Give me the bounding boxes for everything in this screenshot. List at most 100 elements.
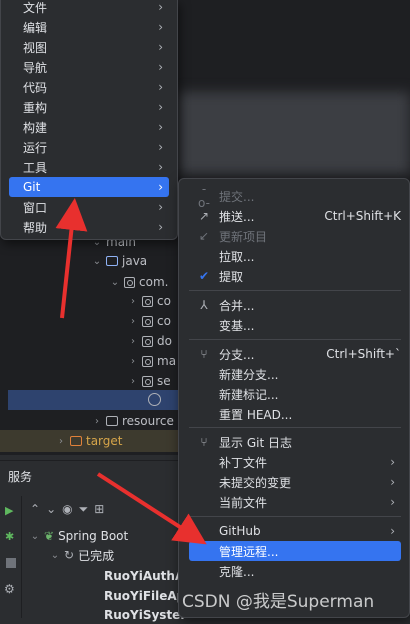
chevron-right-icon: ›: [158, 160, 163, 174]
tree-item-java[interactable]: ⌄ java: [92, 251, 147, 271]
chevron-right-icon: ›: [158, 180, 163, 194]
git-reset-head[interactable]: 重置 HEAD...: [189, 404, 401, 424]
menu-item-label: 编辑: [23, 20, 48, 35]
git-rebase[interactable]: 变基...: [189, 315, 401, 335]
package-icon: [124, 276, 135, 288]
git-pull[interactable]: 拉取...: [189, 246, 401, 266]
service-label: RuoYiFileAp: [104, 589, 186, 603]
chevron-down-icon: ⌄: [30, 530, 40, 542]
chevron-right-icon: ›: [158, 40, 163, 54]
git-show-log[interactable]: ⑂ 显示 Git 日志: [189, 432, 401, 452]
tree-item-package[interactable]: › co: [128, 311, 171, 331]
menu-item-label: 视图: [23, 40, 48, 55]
menu-item-help[interactable]: 帮助 ›: [9, 217, 169, 237]
menu-item-label: 重置 HEAD...: [219, 407, 293, 422]
separator: [189, 427, 401, 428]
service-item[interactable]: RuoYiSyster: [104, 606, 186, 624]
menu-item-label: 合并...: [219, 298, 255, 313]
tree-item-target-label[interactable]: › target: [56, 431, 123, 451]
add-icon[interactable]: ⊞: [94, 502, 104, 516]
chevron-right-icon: ›: [158, 100, 163, 114]
service-group-spring-boot[interactable]: ⌄ ❦ Spring Boot: [30, 527, 128, 545]
folder-icon: [70, 436, 82, 446]
selected-tree-row[interactable]: [8, 390, 178, 410]
service-label: RuoYiSyster: [104, 608, 187, 622]
menu-item-window[interactable]: 窗口 ›: [9, 197, 169, 217]
menu-item-label: 推送...: [219, 209, 255, 224]
git-clone[interactable]: 克隆...: [189, 561, 401, 581]
menu-item-build[interactable]: 构建 ›: [9, 117, 169, 137]
merge-icon: ⅄: [200, 298, 208, 312]
git-commit[interactable]: -o- 提交...: [189, 182, 401, 210]
tree-item-package[interactable]: › se: [128, 371, 171, 391]
service-label: 已完成: [78, 548, 115, 563]
expand-icon[interactable]: ⌃: [30, 502, 40, 516]
git-manage-remotes[interactable]: 管理远程...: [189, 541, 401, 561]
menu-item-label: 提交...: [219, 189, 255, 204]
menu-item-edit[interactable]: 编辑 ›: [9, 17, 169, 37]
tree-label: target: [86, 434, 123, 448]
package-icon: [142, 315, 153, 327]
chevron-down-icon: ⌄: [92, 255, 102, 267]
tree-label: com.: [139, 275, 169, 289]
package-icon: [142, 375, 153, 387]
menu-item-file[interactable]: 文件 ›: [9, 0, 169, 17]
filter-icon[interactable]: ⏷: [79, 502, 89, 517]
git-merge[interactable]: ⅄ 合并...: [189, 295, 401, 315]
menu-item-navigate[interactable]: 导航 ›: [9, 57, 169, 77]
log-branch-icon: ⑂: [200, 435, 208, 449]
git-submenu: -o- 提交... ↗ 推送... Ctrl+Shift+K ↙ 更新项目 拉取... …: [178, 178, 410, 618]
folder-icon: [106, 256, 118, 266]
tree-item-package[interactable]: › ma: [128, 351, 176, 371]
git-branches[interactable]: ⑂ 分支... Ctrl+Shift+`: [189, 344, 401, 364]
application-icon: [148, 393, 161, 406]
stop-icon[interactable]: [6, 558, 16, 568]
shortcut-label: Ctrl+Shift+K: [324, 209, 401, 223]
chevron-right-icon: ›: [158, 60, 163, 74]
separator: [189, 290, 401, 291]
service-item[interactable]: RuoYiFileAp: [104, 587, 185, 605]
eye-icon[interactable]: ◉: [62, 502, 72, 516]
git-push[interactable]: ↗ 推送... Ctrl+Shift+K: [189, 206, 401, 226]
chevron-right-icon: ›: [95, 415, 99, 427]
service-item[interactable]: RuoYiAuthA: [104, 567, 184, 585]
menu-item-refactor[interactable]: 重构 ›: [9, 97, 169, 117]
folder-icon: [106, 416, 118, 426]
main-menu: 文件 › 编辑 › 视图 › 导航 › 代码 › 重构 › 构建 › 运行 › 工具 › Git ›…: [0, 0, 178, 240]
menu-item-label: 更新项目: [219, 229, 268, 244]
git-current-file[interactable]: 当前文件 ›: [189, 492, 401, 512]
git-fetch[interactable]: ✔ 提取: [189, 266, 401, 286]
menu-item-git[interactable]: Git ›: [9, 177, 169, 197]
tree-item-resources[interactable]: › resource: [92, 411, 174, 431]
menu-item-run[interactable]: 运行 ›: [9, 137, 169, 157]
menu-item-code[interactable]: 代码 ›: [9, 77, 169, 97]
git-new-tag[interactable]: 新建标记...: [189, 384, 401, 404]
chevron-down-icon: ⌄: [110, 276, 120, 288]
chevron-right-icon: ›: [158, 80, 163, 94]
tree-label: co: [157, 294, 171, 308]
git-github[interactable]: GitHub ›: [189, 521, 401, 541]
chevron-right-icon: ›: [390, 495, 395, 509]
tree-item-com[interactable]: ⌄ com.: [110, 272, 169, 292]
debug-icon[interactable]: ✱: [5, 530, 14, 543]
chevron-right-icon: ›: [158, 120, 163, 134]
tree-label: co: [157, 314, 171, 328]
tree-label: ma: [157, 354, 177, 368]
collapse-icon[interactable]: ⌄: [46, 502, 56, 516]
menu-item-label: 补丁文件: [219, 455, 268, 470]
services-title: 服务: [8, 470, 33, 484]
git-uncommitted[interactable]: 未提交的变更 ›: [189, 472, 401, 492]
chevron-right-icon: ›: [59, 435, 63, 447]
menu-item-label: 显示 Git 日志: [219, 435, 292, 450]
service-group-finished[interactable]: ⌄ ↻ 已完成: [50, 546, 114, 564]
git-update-project[interactable]: ↙ 更新项目: [189, 226, 401, 246]
chevron-right-icon: ›: [158, 140, 163, 154]
tree-item-package[interactable]: › co: [128, 291, 171, 311]
git-new-branch[interactable]: 新建分支...: [189, 364, 401, 384]
tree-item-package[interactable]: › do: [128, 331, 172, 351]
menu-item-view[interactable]: 视图 ›: [9, 37, 169, 57]
menu-item-tools[interactable]: 工具 ›: [9, 157, 169, 177]
git-patch-file[interactable]: 补丁文件 ›: [189, 452, 401, 472]
menu-item-label: 构建: [23, 120, 48, 135]
settings-icon[interactable]: ⚙: [4, 582, 15, 596]
